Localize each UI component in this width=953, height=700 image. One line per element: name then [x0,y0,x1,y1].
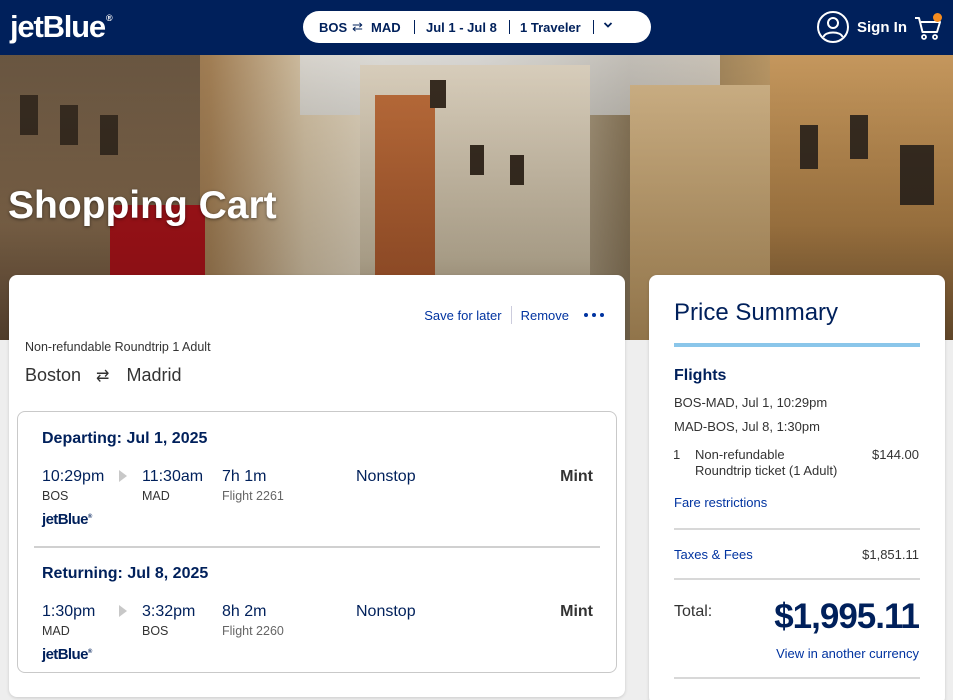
flights-heading: Flights [674,367,727,384]
segment-title: Departing: Jul 1, 2025 [42,430,208,447]
segment-title: Returning: Jul 8, 2025 [42,565,209,582]
arrive-time: 11:30am [142,468,204,485]
search-destination: MAD [371,19,401,35]
remove-link[interactable]: Remove [521,308,569,323]
divider [509,20,510,34]
airline-logo-text: jetBlue [42,646,88,663]
more-options-icon[interactable] [584,312,604,318]
trip-search-summary[interactable]: BOS ⇄ MAD Jul 1 - Jul 8 1 Traveler [303,11,651,43]
airline-logo: jetBlue® [42,646,92,663]
leg-summary: MAD-BOS, Jul 8, 1:30pm [674,419,820,434]
depart-airport-code: MAD [42,624,70,638]
sign-in-label: Sign In [857,18,907,36]
flight-segment-returning: Returning: Jul 8, 2025 1:30pm MAD 3:32pm… [18,547,618,677]
airline-logo: jetBlue® [42,511,92,528]
flight-duration: 7h 1m [222,468,267,485]
line-item-desc-line: Non-refundable [695,447,785,462]
swap-icon: ⇄ [352,19,363,34]
view-currency-link[interactable]: View in another currency [776,646,919,661]
flight-number: Flight 2260 [222,624,284,638]
line-item-description: Non-refundable Roundtrip ticket (1 Adult… [695,447,837,479]
top-navigation-bar: jetBlue® BOS ⇄ MAD Jul 1 - Jul 8 1 Trave… [0,0,953,55]
accent-bar [674,343,920,347]
arrow-right-icon [119,470,127,482]
arrive-airport-code: BOS [142,624,169,638]
logo-trademark: ® [105,13,113,23]
search-dates: Jul 1 - Jul 8 [426,19,497,35]
airline-logo-text: jetBlue [42,511,88,528]
cart-item-card: Save for later Remove Non-refundable Rou… [9,275,625,697]
logo-text: jetBlue [10,9,106,44]
cart-notification-badge [933,13,942,22]
divider [674,677,920,679]
page-title: Shopping Cart [8,184,277,227]
logo-trademark: ® [87,649,93,655]
line-item-desc-line: Roundtrip ticket (1 Adult) [695,463,838,478]
user-icon [817,11,849,43]
search-travelers: 1 Traveler [520,19,581,35]
cabin-class: Mint [560,468,593,485]
stops-label: Nonstop [356,468,416,485]
divider [414,20,415,34]
price-summary-title: Price Summary [674,299,839,326]
depart-airport-code: BOS [42,489,69,503]
arrive-airport-code: MAD [142,489,170,503]
sign-in-button[interactable]: Sign In [816,10,907,44]
itinerary-box: Departing: Jul 1, 2025 10:29pm BOS 11:30… [17,411,617,673]
route-destination: Madrid [126,365,182,385]
price-summary-card: Price Summary Flights BOS-MAD, Jul 1, 10… [649,275,945,700]
total-label: Total: [674,603,713,620]
divider [593,20,594,34]
chevron-down-icon[interactable] [603,20,613,30]
arrow-right-icon [119,605,127,617]
taxes-fees-link[interactable]: Taxes & Fees [674,547,753,562]
divider [674,578,920,580]
save-for-later-link[interactable]: Save for later [424,308,501,323]
taxes-fees-amount: $1,851.11 [862,547,919,562]
divider [674,528,920,530]
line-item-amount: $144.00 [872,447,919,462]
logo-trademark: ® [87,514,93,520]
search-origin: BOS [319,19,348,35]
cart-actions: Save for later Remove [424,306,604,324]
stops-label: Nonstop [356,603,416,620]
divider [510,306,512,324]
line-item-quantity: 1 [673,447,681,462]
flight-segment-departing: Departing: Jul 1, 2025 10:29pm BOS 11:30… [18,412,618,542]
flight-duration: 8h 2m [222,603,267,620]
fare-restrictions-link[interactable]: Fare restrictions [674,495,767,510]
depart-time: 10:29pm [42,468,105,485]
total-amount: $1,995.11 [774,597,920,636]
route-summary: Boston ⇄ Madrid [25,365,181,386]
flight-number: Flight 2261 [222,489,284,503]
depart-time: 1:30pm [42,603,96,620]
route-origin: Boston [25,365,82,385]
jetblue-logo[interactable]: jetBlue® [10,9,113,45]
cabin-class: Mint [560,603,593,620]
fare-type-label: Non-refundable Roundtrip 1 Adult [25,340,211,354]
swap-icon: ⇄ [96,367,110,385]
leg-summary: BOS-MAD, Jul 1, 10:29pm [674,395,828,410]
arrive-time: 3:32pm [142,603,196,620]
